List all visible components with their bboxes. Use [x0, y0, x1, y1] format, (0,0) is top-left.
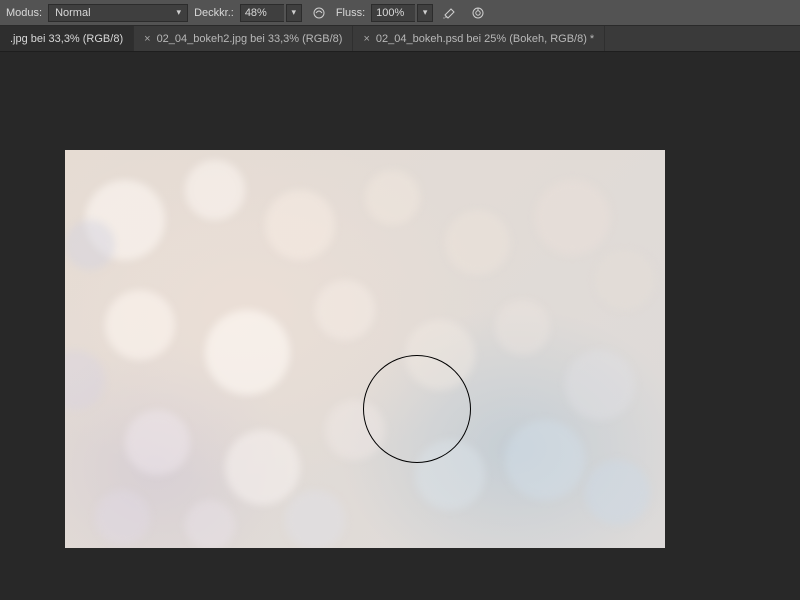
- chevron-down-icon: ▾: [292, 7, 297, 18]
- bokeh-dot: [225, 430, 300, 505]
- close-icon[interactable]: ×: [144, 33, 150, 45]
- chevron-down-icon: ▾: [177, 7, 182, 18]
- bokeh-dot: [595, 250, 655, 310]
- bokeh-dot: [445, 210, 510, 275]
- bokeh-dot: [95, 490, 150, 545]
- opacity-label: Deckkr.:: [194, 7, 234, 19]
- bokeh-dot: [415, 440, 485, 510]
- flow-label: Fluss:: [336, 7, 365, 19]
- tab-doc-2[interactable]: × 02_04_bokeh2.jpg bei 33,3% (RGB/8): [134, 26, 353, 51]
- flow-preset-dropdown[interactable]: ▾: [417, 4, 433, 22]
- airbrush-icon[interactable]: [439, 4, 461, 22]
- close-icon[interactable]: ×: [363, 33, 369, 45]
- bokeh-dot: [585, 460, 650, 525]
- bokeh-dot: [315, 280, 375, 340]
- tab-label: .jpg bei 33,3% (RGB/8): [10, 33, 123, 45]
- chevron-down-icon: ▾: [423, 7, 428, 18]
- mode-value: Normal: [55, 7, 90, 19]
- bokeh-dot: [205, 310, 290, 395]
- tab-label: 02_04_bokeh2.jpg bei 33,3% (RGB/8): [157, 33, 343, 45]
- bokeh-dot: [535, 180, 610, 255]
- tool-options-bar: Modus: Normal ▾ Deckkr.: 48% ▾ Fluss: 10…: [0, 0, 800, 26]
- opacity-input[interactable]: 48%: [240, 4, 284, 22]
- bokeh-dot: [105, 290, 175, 360]
- bokeh-dot: [325, 400, 385, 460]
- document-tab-bar: .jpg bei 33,3% (RGB/8) × 02_04_bokeh2.jp…: [0, 26, 800, 52]
- bokeh-dot: [405, 320, 475, 390]
- bokeh-dot: [185, 500, 235, 548]
- bokeh-dot: [565, 350, 635, 420]
- mode-label: Modus:: [6, 7, 42, 19]
- tab-label: 02_04_bokeh.psd bei 25% (Bokeh, RGB/8) *: [376, 33, 594, 45]
- pressure-size-icon[interactable]: [467, 4, 489, 22]
- bokeh-dot: [125, 410, 190, 475]
- bokeh-dot: [185, 160, 245, 220]
- pressure-opacity-icon[interactable]: [308, 4, 330, 22]
- bokeh-dot: [285, 490, 345, 548]
- bokeh-dot: [265, 190, 335, 260]
- bokeh-dot: [495, 300, 550, 355]
- canvas[interactable]: [65, 150, 665, 548]
- mode-dropdown[interactable]: Normal ▾: [48, 4, 188, 22]
- tab-doc-3[interactable]: × 02_04_bokeh.psd bei 25% (Bokeh, RGB/8)…: [353, 26, 605, 51]
- opacity-preset-dropdown[interactable]: ▾: [286, 4, 302, 22]
- bokeh-dot: [505, 420, 585, 500]
- tab-doc-1[interactable]: .jpg bei 33,3% (RGB/8): [0, 26, 134, 51]
- bokeh-dot: [365, 170, 420, 225]
- flow-input[interactable]: 100%: [371, 4, 415, 22]
- bokeh-dot: [65, 220, 115, 270]
- workspace: [0, 52, 800, 600]
